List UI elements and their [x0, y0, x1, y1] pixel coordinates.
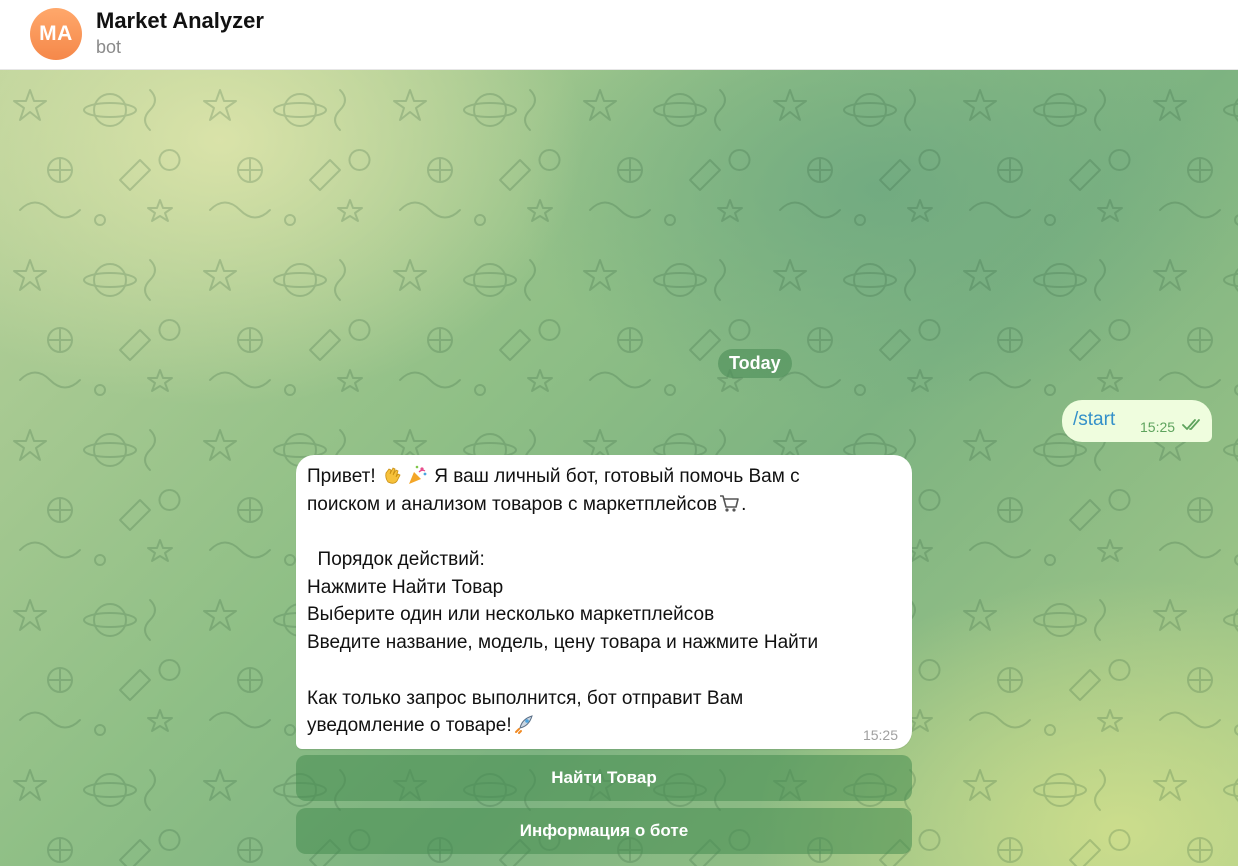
message-line: Введите название, модель, цену товара и …: [307, 632, 819, 654]
outgoing-message-text[interactable]: /start: [1073, 409, 1115, 431]
chat-header: MA Market Analyzer bot: [0, 0, 1238, 70]
incoming-message-time: 15:25: [862, 727, 898, 743]
message-line: [307, 657, 903, 685]
chat-title[interactable]: Market Analyzer: [96, 8, 264, 34]
message-line: Привет! Я ваш личный бот, готовый помочь…: [307, 465, 800, 487]
chat-subtitle: bot: [96, 37, 122, 57]
message-line: Нажмите Найти Товар: [307, 576, 504, 598]
incoming-message[interactable]: Привет! Я ваш личный бот, готовый помочь…: [296, 455, 912, 749]
double-check-icon: [1182, 419, 1200, 430]
shopping-cart-icon: [720, 494, 739, 512]
outgoing-message[interactable]: /start 15:25: [1062, 400, 1212, 442]
message-line: Выберите один или несколько маркетплейсо…: [307, 604, 715, 626]
message-line: [307, 518, 903, 546]
message-line: поиском и анализом товаров с маркетплейс…: [307, 493, 747, 515]
date-separator: Today: [718, 349, 792, 378]
chat-area[interactable]: Today /start 15:25 Привет! Я ваш личный …: [0, 70, 1238, 866]
find-product-button[interactable]: Найти Товар: [296, 755, 912, 801]
rocket-icon: [514, 715, 533, 735]
avatar[interactable]: MA: [30, 8, 82, 60]
party-popper-icon: [408, 465, 427, 484]
message-line: Как только запрос выполнится, бот отправ…: [307, 687, 744, 709]
message-line: Порядок действий:: [307, 549, 485, 571]
bot-info-button[interactable]: Информация о боте: [296, 808, 912, 854]
message-line: уведомление о товаре!: [307, 712, 903, 740]
outgoing-message-time: 15:25: [1140, 419, 1176, 435]
waving-hand-icon: [385, 467, 401, 484]
